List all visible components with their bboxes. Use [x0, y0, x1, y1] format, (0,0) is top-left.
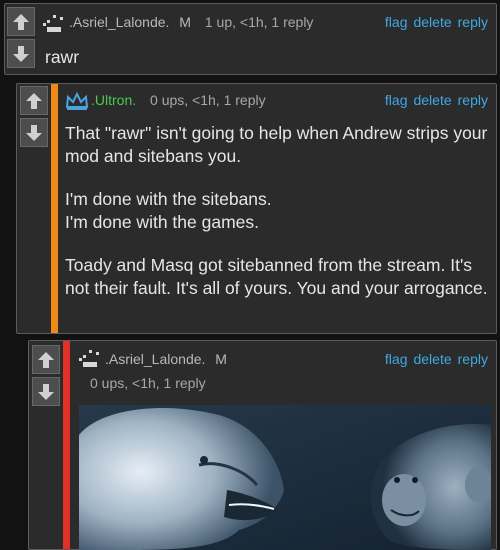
arrow-down-icon	[38, 383, 54, 400]
flag-link[interactable]: flag	[385, 351, 408, 367]
delete-link[interactable]: delete	[413, 14, 451, 30]
moderator-badge: M	[215, 351, 227, 367]
comment-body: rawr	[45, 46, 79, 69]
username[interactable]: .Asriel_Lalonde.	[105, 351, 205, 367]
reply-link[interactable]: reply	[458, 14, 488, 30]
comment-paragraph: Toady and Masq got sitebanned from the s…	[65, 255, 488, 298]
image-illustration	[79, 405, 491, 550]
delete-link[interactable]: delete	[413, 351, 451, 367]
comment-meta: 0 ups, <1h, 1 reply	[150, 92, 266, 108]
comment-text: rawr	[45, 47, 80, 67]
arrow-down-icon	[26, 124, 42, 141]
arrow-up-icon	[38, 351, 54, 368]
comment-body: That "rawr" isn't going to help when And…	[65, 122, 493, 300]
arrow-up-icon	[26, 92, 42, 109]
vote-controls	[32, 345, 60, 409]
user-avatar[interactable]	[43, 13, 67, 33]
delete-link[interactable]: delete	[413, 92, 451, 108]
crown-icon	[65, 91, 89, 110]
accent-bar	[51, 84, 58, 333]
moderator-badge: M	[179, 14, 191, 30]
username[interactable]: .Asriel_Lalonde.	[69, 14, 169, 30]
username[interactable]: .Ultron.	[91, 92, 136, 108]
upvote-button[interactable]	[7, 7, 35, 36]
accent-bar	[63, 341, 70, 549]
comment-3: .Asriel_Lalonde. M 0 ups, <1h, 1 reply f…	[28, 340, 497, 550]
comment-paragraph: I'm done with the sitebans. I'm done wit…	[65, 189, 272, 232]
comment-2: .Ultron. 0 ups, <1h, 1 reply flag delete r…	[16, 83, 497, 334]
comment-actions: flag delete reply	[379, 92, 488, 108]
reply-link[interactable]: reply	[458, 92, 488, 108]
upvote-button[interactable]	[32, 345, 60, 374]
user-avatar[interactable]	[79, 348, 103, 368]
lioness-and-chimpanzee-image[interactable]	[79, 405, 491, 550]
flag-link[interactable]: flag	[385, 92, 408, 108]
comment-1: .Asriel_Lalonde. M 1 up, <1h, 1 reply fl…	[4, 3, 497, 75]
reply-link[interactable]: reply	[458, 351, 488, 367]
vote-controls	[7, 7, 35, 71]
arrow-down-icon	[13, 45, 29, 62]
comment-paragraph: That "rawr" isn't going to help when And…	[65, 123, 488, 166]
comment-meta: 1 up, <1h, 1 reply	[204, 14, 314, 30]
downvote-button[interactable]	[20, 118, 48, 147]
comment-actions: flag delete reply	[379, 14, 488, 30]
vote-controls	[20, 86, 48, 150]
comment-actions: flag delete reply	[379, 351, 488, 367]
downvote-button[interactable]	[32, 377, 60, 406]
flag-link[interactable]: flag	[385, 14, 408, 30]
upvote-button[interactable]	[20, 86, 48, 115]
comment-meta: 0 ups, <1h, 1 reply	[90, 375, 206, 391]
downvote-button[interactable]	[7, 39, 35, 68]
arrow-up-icon	[13, 13, 29, 30]
